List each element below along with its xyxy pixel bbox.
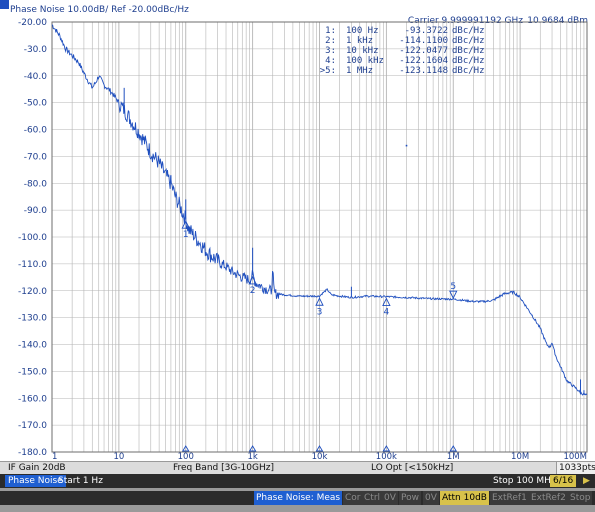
marker-row-frequency: 1 MHz	[346, 66, 373, 76]
softkey-2[interactable]: Cor	[343, 491, 363, 505]
y-tick-label: -170.0	[18, 421, 47, 431]
y-tick-label: -130.0	[18, 314, 47, 324]
marker-row-unit: dBc/Hz	[452, 36, 485, 46]
y-tick-label: -40.0	[24, 72, 48, 82]
marker-row-value: -122.1604	[399, 56, 448, 66]
softkey-3[interactable]: Ctrl	[362, 491, 383, 505]
page-indicator[interactable]: 6/16	[550, 475, 577, 487]
chart-background	[0, 0, 595, 461]
marker-row-value: -122.0477	[399, 46, 448, 56]
y-tick-label: -120.0	[18, 287, 47, 297]
marker-row-id: 1:	[325, 26, 336, 36]
softkey-5[interactable]: Pow	[399, 491, 421, 505]
y-tick-label: -140.0	[18, 341, 47, 351]
y-tick-label: -50.0	[24, 99, 48, 109]
if-gain-label: IF Gain 20dB	[8, 463, 66, 473]
x-tick-label: 1M	[447, 452, 460, 461]
y-tick-label: -150.0	[18, 367, 47, 377]
y-tick-label: -80.0	[24, 179, 48, 189]
softkey-9[interactable]: ExtRef2	[529, 491, 568, 505]
corner-marker-icon	[0, 0, 9, 9]
x-tick-label: 1k	[247, 452, 257, 461]
y-tick-label: -60.0	[24, 126, 48, 136]
points-label: 1033pts	[556, 462, 595, 474]
mode-indicator[interactable]: Phase Noise	[5, 475, 66, 487]
stop-frequency[interactable]: Stop 100 MHz	[493, 475, 556, 487]
x-tick-label: 100	[178, 452, 194, 461]
x-tick-label: 10	[113, 452, 124, 461]
carrier-frequency: Carrier 9.999991192 GHz	[408, 16, 523, 26]
marker-row-value: -123.1148	[399, 66, 448, 76]
softkey-4[interactable]: 0V	[382, 491, 398, 505]
softkey-7[interactable]: Attn 10dB	[440, 491, 489, 505]
y-tick-label: -180.0	[18, 448, 47, 458]
y-tick-label: -20.00	[18, 18, 47, 28]
marker-row-unit: dBc/Hz	[452, 26, 485, 36]
marker-row-frequency: 100 kHz	[346, 56, 384, 66]
carrier-power: 10.9684 dBm	[527, 16, 588, 26]
marker-label: 3	[317, 307, 323, 317]
marker-label: 5	[450, 282, 456, 292]
marker-row-unit: dBc/Hz	[452, 66, 485, 76]
marker-row-id: 3:	[325, 46, 336, 56]
softkey-bar: Phase Noise: Meas Cor Ctrl 0V Pow 0V Attn 10dB…	[0, 491, 595, 505]
softkey-8[interactable]: ExtRef1	[490, 491, 529, 505]
softkey-6[interactable]: 0V	[423, 491, 439, 505]
marker-row-id: 4:	[325, 56, 336, 66]
info-bar: Phase Noise Start 1 Hz Stop 100 MHz 6/16…	[0, 474, 595, 488]
y-tick-label: -90.0	[24, 206, 48, 216]
x-tick-label: 100k	[376, 452, 397, 461]
marker-row-value: -114.1100	[399, 36, 448, 46]
marker-row-frequency: 10 kHz	[346, 46, 379, 56]
y-tick-label: -160.0	[18, 394, 47, 404]
marker-row-frequency: 100 Hz	[346, 26, 379, 36]
marker-row-frequency: 1 kHz	[346, 36, 373, 46]
bottom-bezel	[0, 505, 595, 512]
x-tick-label: 10M	[511, 452, 529, 461]
softkey-10[interactable]: Stop	[568, 491, 593, 505]
marker-row-id: >5:	[320, 66, 336, 76]
lo-opt-label: LO Opt [<150kHz]	[371, 463, 454, 473]
y-tick-label: -30.0	[24, 45, 48, 55]
y-tick-label: -110.0	[18, 260, 47, 270]
x-tick-label: 10k	[312, 452, 328, 461]
y-tick-label: -70.0	[24, 152, 48, 162]
marker-label: 1	[183, 230, 189, 240]
stray-point	[405, 144, 408, 147]
marker-row-unit: dBc/Hz	[452, 46, 485, 56]
marker-label: 4	[384, 308, 390, 318]
y-tick-label: -100.0	[18, 233, 47, 243]
nav-arrow-icon[interactable]: ▶	[583, 475, 590, 487]
softkey-1[interactable]: Phase Noise: Meas	[254, 491, 343, 505]
status-bar: IF Gain 20dB Freq Band [3G-10GHz] LO Opt…	[0, 461, 595, 474]
marker-row-id: 2:	[325, 36, 336, 46]
start-frequency[interactable]: Start 1 Hz	[58, 475, 103, 487]
x-tick-label: 100M	[563, 452, 587, 461]
marker-label: 2	[250, 286, 256, 296]
phase-noise-chart: Phase Noise 10.00dB/ Ref -20.00dBc/Hz Ca…	[0, 0, 595, 461]
marker-row-unit: dBc/Hz	[452, 56, 485, 66]
freq-band-label: Freq Band [3G-10GHz]	[173, 463, 274, 473]
header-title: Phase Noise 10.00dB/ Ref -20.00dBc/Hz	[10, 5, 189, 15]
marker-row-value: -93.3722	[405, 26, 448, 36]
x-tick-label: 1	[52, 452, 57, 461]
